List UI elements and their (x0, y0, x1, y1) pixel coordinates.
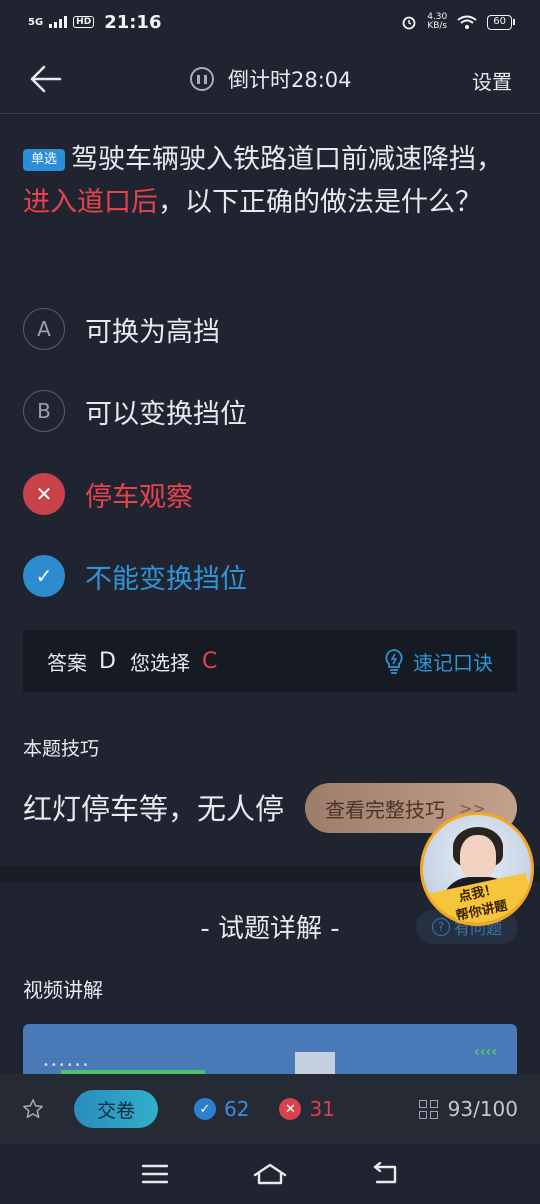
helper-avatar-button[interactable]: 点我！ 帮你讲题 (420, 812, 534, 926)
hd-icon: HD (73, 16, 95, 28)
battery-icon: 60 (487, 14, 515, 30)
signal-icon (49, 16, 68, 28)
option-d[interactable]: ✓ 不能变换挡位 (23, 555, 247, 597)
option-c[interactable]: ✕ 停车观察 (23, 473, 193, 515)
question-type-badge: 单选 (23, 149, 66, 171)
network-type: 5G (28, 16, 44, 28)
pause-icon[interactable] (190, 67, 214, 91)
countdown-label: 倒计时28:04 (228, 68, 352, 92)
home-icon[interactable] (252, 1162, 288, 1186)
speed-unit: KB/s (427, 21, 448, 31)
option-label: 可换为高挡 (85, 316, 220, 348)
question-text: 单选 驾驶车辆驶入铁路道口前减速降挡， 进入道口后，以下正确的做法是什么？ (23, 138, 523, 224)
cross-circle-icon: ✕ (279, 1098, 302, 1120)
memo-label: 速记口诀 (413, 650, 493, 675)
question-text-before: 驾驶车辆驶入铁路道口前减速降挡， (71, 144, 504, 175)
system-nav-bar (0, 1144, 540, 1204)
video-decoration-chevrons: ‹‹‹‹ (473, 1044, 497, 1060)
choice-label: 您选择 (129, 650, 190, 675)
question-progress-button[interactable]: 93/100 (418, 1097, 518, 1121)
wrong-count: ✕ 31 (279, 1097, 335, 1121)
correct-count: ✓ 62 (194, 1097, 249, 1121)
avatar-face (460, 835, 496, 879)
choice-value: C (201, 648, 218, 674)
option-label: 停车观察 (85, 481, 193, 513)
status-bar: 5G HD 21:16 4.30 KB/s 60 (0, 0, 540, 44)
answer-panel: 答案 D 您选择 C 速记口诀 (23, 630, 517, 692)
status-time: 21:16 (104, 11, 162, 33)
submit-button[interactable]: 交卷 (74, 1090, 158, 1128)
tips-title: 本题技巧 (23, 738, 100, 760)
option-b[interactable]: B 可以变换挡位 (23, 390, 247, 432)
tips-text-main: 红灯停车等，无人停 (23, 792, 285, 826)
menu-icon[interactable] (141, 1163, 169, 1185)
wrong-icon: ✕ (23, 473, 65, 515)
check-icon: ✓ (23, 555, 65, 597)
memo-button[interactable]: 速记口诀 (383, 647, 493, 676)
option-a[interactable]: A 可换为高挡 (23, 308, 220, 350)
wrong-count-value: 31 (309, 1097, 335, 1121)
progress-value: 93/100 (447, 1097, 518, 1121)
video-title: 视频讲解 (23, 978, 103, 1002)
tips-text: 红灯停车等，无人停 (23, 786, 284, 828)
settings-button[interactable]: 设置 (472, 66, 512, 95)
wifi-icon (457, 15, 477, 29)
countdown[interactable]: 倒计时28:04 (190, 64, 352, 94)
lightbulb-icon (385, 649, 403, 674)
question-text-after: ，以下正确的做法是什么？ (158, 187, 482, 218)
top-bar: 倒计时28:04 设置 (0, 44, 540, 114)
question-highlight: 进入道口后 (23, 187, 158, 218)
grid-icon (418, 1099, 438, 1119)
view-full-tips-label: 查看完整技巧 (325, 797, 445, 822)
option-label: 不能变换挡位 (85, 563, 247, 595)
bottom-toolbar: 交卷 ✓ 62 ✕ 31 93/100 (0, 1074, 540, 1144)
option-marker: B (23, 390, 65, 432)
option-label: 可以变换挡位 (85, 398, 247, 430)
star-icon[interactable] (22, 1098, 44, 1120)
network-speed: 4.30 KB/s (427, 13, 447, 31)
correct-count-value: 62 (224, 1097, 250, 1121)
answer-label: 答案 (47, 650, 87, 675)
alarm-icon (402, 16, 416, 30)
check-circle-icon: ✓ (194, 1098, 216, 1120)
option-marker: A (23, 308, 65, 350)
back-nav-icon[interactable] (371, 1162, 399, 1186)
back-arrow-icon[interactable] (28, 64, 62, 94)
answer-value: D (99, 648, 116, 674)
